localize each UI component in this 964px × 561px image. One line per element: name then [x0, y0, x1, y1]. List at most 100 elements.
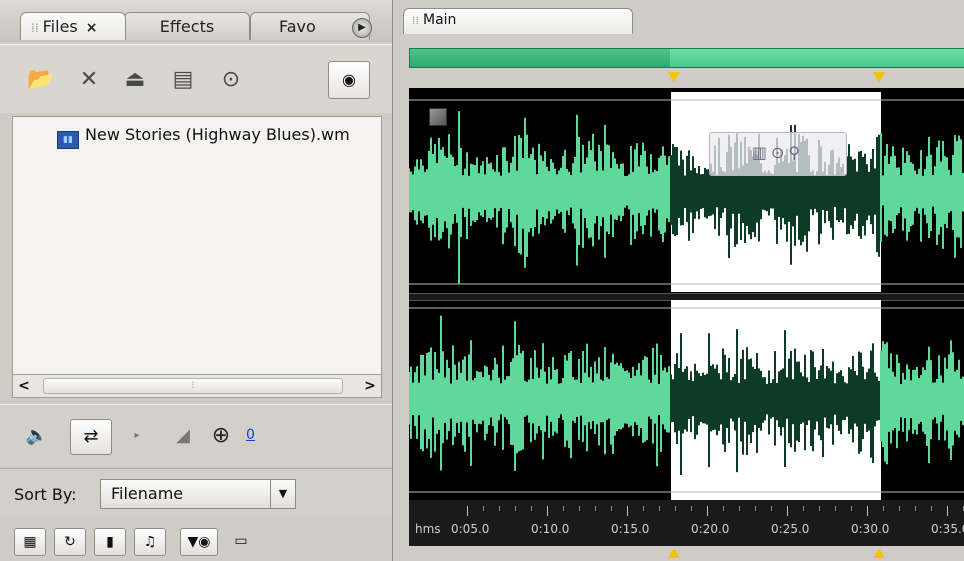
ruler-tick [547, 506, 548, 516]
loop-icon: ⇄ [83, 426, 99, 447]
ruler-minor-tick [803, 506, 804, 511]
filter-buttons: ▦ ↻ ▮ ♫ ▼◉ ▭ [0, 520, 392, 561]
ruler-tick-label: 0:05.0 [451, 522, 490, 536]
play-small-icon[interactable]: ▸ [122, 421, 152, 451]
autoplay-icon[interactable]: ⊙ [214, 63, 248, 97]
ruler-tick [867, 506, 868, 516]
selection-end-marker[interactable] [873, 72, 885, 82]
preview-eye-icon[interactable]: ▼◉ [180, 528, 218, 556]
ruler-minor-tick [915, 506, 916, 511]
waveform-display[interactable]: ▥⊙⚲ [409, 88, 964, 500]
close-file-icon[interactable]: ✕ [72, 63, 106, 97]
panel-menu-arrow-icon[interactable]: ▶ [352, 18, 372, 38]
tab-favorites-label: Favo [279, 17, 316, 36]
scroll-right-icon[interactable]: > [359, 375, 381, 397]
horizontal-scrollbar[interactable]: < ⁝ > [12, 374, 382, 398]
insert-cd-icon[interactable]: ▤ [166, 63, 200, 97]
ruler-tick-label: 0:30.0 [851, 522, 890, 536]
file-list[interactable]: ▮▮ New Stories (Highway Blues).wm [12, 116, 382, 376]
toggle-channel-icon[interactable] [429, 108, 447, 126]
ruler-minor-tick [755, 506, 756, 511]
visible-range[interactable] [670, 49, 964, 67]
ruler-minor-tick [563, 506, 564, 511]
ruler-tick [787, 506, 788, 516]
ruler-minor-tick [515, 506, 516, 511]
ruler-tick-label: 0:10.0 [531, 522, 570, 536]
scroll-left-icon[interactable]: < [13, 375, 35, 397]
ruler-minor-tick [659, 506, 660, 511]
list-item[interactable]: ▮▮ New Stories (Highway Blues).wm [57, 125, 350, 149]
ruler-minor-tick [835, 506, 836, 511]
grip-icon: ⁞⁞ [31, 21, 39, 35]
ruler-minor-tick [643, 506, 644, 511]
volume-knob-icon[interactable]: ⊕ [206, 421, 236, 451]
import-icon[interactable]: 📂 [24, 63, 58, 97]
ruler-minor-tick [579, 506, 580, 511]
hud-icons: ▥⊙⚲ [751, 143, 805, 162]
ruler-minor-tick [691, 506, 692, 511]
ruler-minor-tick [819, 506, 820, 511]
speaker-icon[interactable]: 🔈 [22, 421, 52, 451]
zoom-navigator[interactable] [409, 48, 964, 68]
insert-multitrack-icon[interactable]: ⏏ [118, 63, 152, 97]
ruler-tick-label: 0:25.0 [771, 522, 810, 536]
ruler-minor-tick [531, 506, 532, 511]
heads-up-display[interactable]: ▥⊙⚲ [709, 132, 847, 176]
tab-main[interactable]: ⁞⁞ Main [403, 8, 633, 34]
ruler-tick-label: 0:35.0 [931, 522, 964, 536]
files-toolbar: 📂 ✕ ⏏ ▤ ⊙ ◉ [0, 44, 392, 113]
metadata-icon[interactable]: ▭ [226, 528, 256, 556]
ruler-minor-tick [483, 506, 484, 511]
close-tab-icon[interactable]: × [86, 20, 98, 36]
waveform-channel-right[interactable] [409, 300, 964, 500]
video-filter-icon[interactable]: ▮ [94, 528, 126, 556]
sort-row: Sort By: Filename ▼ [0, 468, 392, 519]
ruler-minor-tick [771, 506, 772, 511]
ruler-tick [947, 506, 948, 516]
loop-button[interactable]: ⇄ [70, 419, 112, 455]
sort-label: Sort By: [14, 485, 77, 504]
file-name: New Stories (Highway Blues).wm [85, 125, 350, 144]
ruler-unit: hms [415, 522, 441, 536]
ruler-tick [467, 506, 468, 516]
show-file-type-button[interactable]: ◉ [328, 61, 370, 99]
tab-files[interactable]: ⁞⁞ Files × [20, 12, 126, 40]
tab-effects[interactable]: Effects [124, 12, 250, 40]
volume-ramp-icon: ◢ [176, 425, 190, 446]
scroll-thumb[interactable]: ⁝ [43, 378, 343, 394]
ruler-minor-tick [595, 506, 596, 511]
ruler-minor-tick [899, 506, 900, 511]
ruler-minor-tick [611, 506, 612, 511]
selection-end-marker-bottom[interactable] [873, 548, 885, 558]
waveform-channel-left[interactable] [409, 92, 964, 292]
sort-by-select[interactable]: Filename ▼ [100, 479, 296, 509]
ruler-tick-label: 0:15.0 [611, 522, 650, 536]
preview-eye-icon: ◉ [342, 70, 356, 89]
time-ruler[interactable]: hms 0:05.0 0:10.0 0:15.0 0:20.0 0:25.0 0:30.0… [409, 500, 964, 546]
panel-tab-bar: ⁞⁞ Files × Effects Favo ▶ [0, 0, 392, 42]
ruler-tick [707, 506, 708, 516]
ruler-minor-tick [675, 506, 676, 511]
selection-start-marker[interactable] [668, 72, 680, 82]
preview-controls: 🔈 ⇄ ▸ ◢ ⊕ 0 [0, 404, 392, 467]
ruler-tick-label: 0:20.0 [691, 522, 730, 536]
selection-start-marker-bottom[interactable] [668, 548, 680, 558]
midi-filter-icon[interactable]: ♫ [134, 528, 166, 556]
tab-files-label: Files [42, 17, 78, 36]
wma-file-icon: ▮▮ [57, 131, 79, 149]
ruler-minor-tick [931, 506, 932, 511]
ruler-minor-tick [883, 506, 884, 511]
ruler-minor-tick [723, 506, 724, 511]
volume-value[interactable]: 0 [246, 427, 255, 443]
main-editor-panel: ⁞⁞ Main ▥⊙⚲ hms 0:05.0 0:10.0 0:15.0 0:20.0 0… [393, 0, 964, 561]
chevron-down-icon[interactable]: ▼ [270, 480, 295, 508]
ruler-minor-tick [499, 506, 500, 511]
ruler-minor-tick [739, 506, 740, 511]
sort-selected-value: Filename [111, 484, 184, 503]
ruler-tick [627, 506, 628, 516]
audio-filter-icon[interactable]: ▦ [14, 528, 46, 556]
loop-filter-icon[interactable]: ↻ [54, 528, 86, 556]
ruler-minor-tick [851, 506, 852, 511]
grip-icon: ⁞⁞ [412, 14, 419, 27]
files-panel: ⁞⁞ Files × Effects Favo ▶ 📂 ✕ ⏏ ▤ ⊙ ◉ ▮▮ Ne… [0, 0, 393, 561]
